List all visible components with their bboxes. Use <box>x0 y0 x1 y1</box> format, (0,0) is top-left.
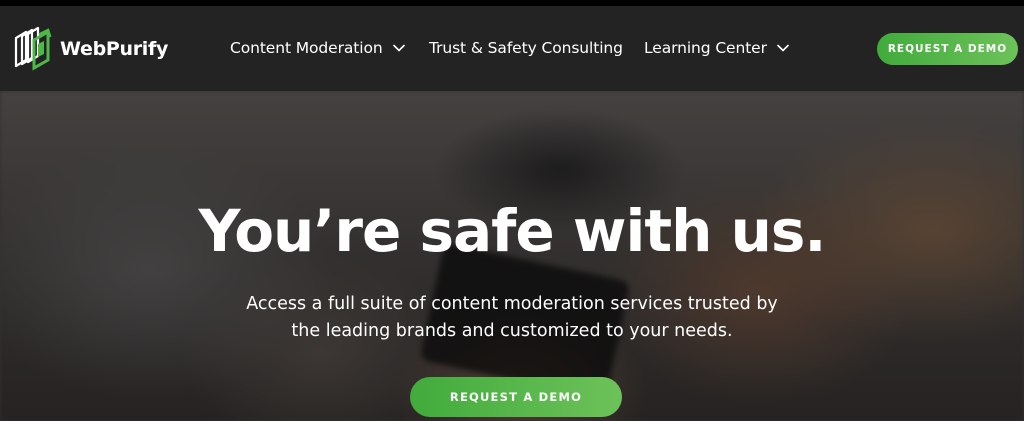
nav-content-moderation-label: Content Moderation <box>230 39 383 57</box>
logo-text-part1: Web <box>60 38 106 60</box>
nav-learning-center-label: Learning Center <box>644 39 767 57</box>
hero: You’re safe with us. Access a full suite… <box>0 91 1024 421</box>
logo-text: WebPurify <box>60 38 168 60</box>
chevron-down-icon <box>392 44 405 52</box>
hero-subtitle-line-1: Access a full suite of content moderatio… <box>246 294 778 314</box>
nav-trust-safety[interactable]: Trust & Safety Consulting <box>429 35 623 61</box>
logo[interactable]: WebPurify <box>12 23 172 75</box>
nav-trust-safety-label: Trust & Safety Consulting <box>429 39 623 57</box>
hero-subtitle: Access a full suite of content moderatio… <box>212 291 812 345</box>
request-demo-button-hero-label: REQUEST A DEMO <box>449 390 583 404</box>
nav-content-moderation[interactable]: Content Moderation <box>230 35 405 61</box>
hero-title: You’re safe with us. <box>198 197 827 265</box>
logo-text-part2: Purify <box>105 38 169 60</box>
request-demo-button-hero[interactable]: REQUEST A DEMO <box>410 377 622 417</box>
request-demo-button-header-label: REQUEST A DEMO <box>887 43 1008 55</box>
navbar: WebPurify Content Moderation Trust & Saf… <box>0 6 1024 91</box>
hero-subtitle-line-2: the leading brands and customized to you… <box>291 321 733 341</box>
hero-content: You’re safe with us. Access a full suite… <box>0 91 1024 421</box>
chevron-down-icon <box>777 44 789 52</box>
webpurify-logo-icon <box>14 26 52 71</box>
nav-learning-center[interactable]: Learning Center <box>644 35 789 61</box>
request-demo-button-header[interactable]: REQUEST A DEMO <box>877 33 1018 65</box>
